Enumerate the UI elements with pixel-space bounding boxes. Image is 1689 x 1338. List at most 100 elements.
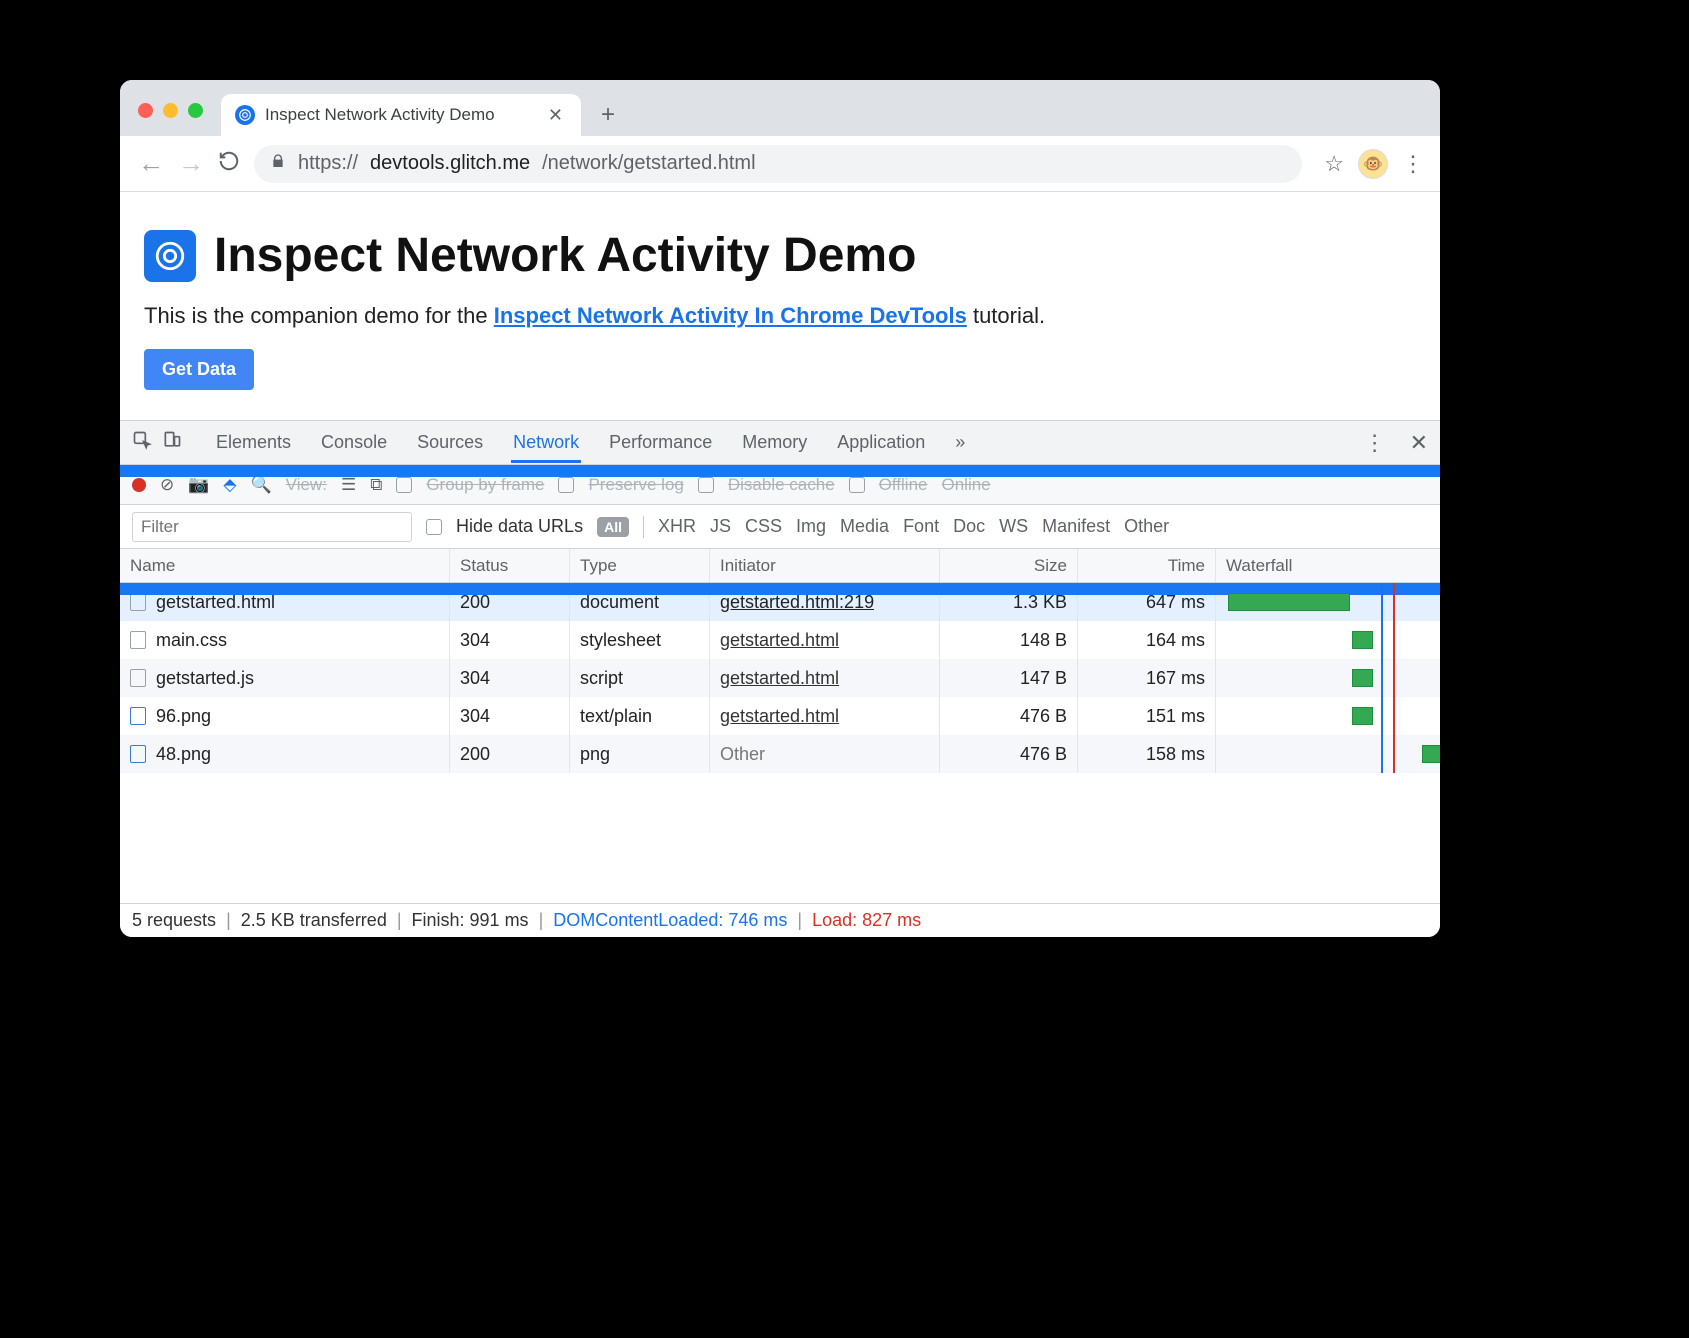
cell-waterfall	[1216, 583, 1440, 621]
filter-font[interactable]: Font	[903, 516, 939, 537]
devtools-panel: Elements Console Sources Network Perform…	[120, 420, 1440, 937]
filter-ws[interactable]: WS	[999, 516, 1028, 537]
browser-toolbar: ← → https:// devtools.glitch.me/network/g…	[120, 136, 1440, 192]
devtools-menu-icon[interactable]: ⋮	[1364, 430, 1384, 456]
network-rows: getstarted.html200documentgetstarted.htm…	[120, 583, 1440, 903]
devtools-close-icon[interactable]: ✕	[1410, 430, 1428, 456]
close-tab-icon[interactable]: ✕	[544, 103, 567, 128]
network-filter-bar: Hide data URLs All XHR JS CSS Img Media …	[120, 505, 1440, 549]
col-size[interactable]: Size	[940, 549, 1078, 582]
cell-initiator[interactable]: getstarted.html	[710, 697, 940, 735]
address-bar[interactable]: https:// devtools.glitch.me/network/getst…	[254, 145, 1302, 183]
tab-elements[interactable]: Elements	[214, 422, 293, 463]
col-waterfall[interactable]: Waterfall	[1216, 549, 1440, 582]
table-row[interactable]: getstarted.html200documentgetstarted.htm…	[120, 583, 1440, 621]
cell-size: 476 B	[940, 697, 1078, 735]
filter-js[interactable]: JS	[710, 516, 731, 537]
tab-sources[interactable]: Sources	[415, 422, 485, 463]
browser-tab[interactable]: Inspect Network Activity Demo ✕	[221, 94, 581, 136]
cell-status: 200	[450, 583, 570, 621]
table-row[interactable]: getstarted.js304scriptgetstarted.html147…	[120, 659, 1440, 697]
table-row[interactable]: main.css304stylesheetgetstarted.html148 …	[120, 621, 1440, 659]
search-icon[interactable]: 🔍	[251, 475, 272, 495]
get-data-button[interactable]: Get Data	[144, 349, 254, 390]
maximize-window-icon[interactable]	[188, 103, 203, 118]
disable-cache-checkbox[interactable]	[698, 477, 714, 493]
filter-doc[interactable]: Doc	[953, 516, 985, 537]
table-row[interactable]: 48.png200pngOther476 B158 ms	[120, 735, 1440, 773]
throttle-select[interactable]: Online	[941, 475, 990, 495]
cell-initiator[interactable]: getstarted.html	[710, 621, 940, 659]
view-label: View:	[286, 475, 327, 495]
status-finish: Finish: 991 ms	[412, 910, 529, 931]
filter-media[interactable]: Media	[840, 516, 889, 537]
col-name[interactable]: Name	[120, 549, 450, 582]
network-table-header: Name Status Type Initiator Size Time Wat…	[120, 549, 1440, 583]
cell-status: 304	[450, 621, 570, 659]
disable-cache-label: Disable cache	[728, 475, 835, 495]
camera-icon[interactable]: 📷	[188, 475, 209, 495]
device-toggle-icon[interactable]	[162, 430, 182, 455]
cell-status: 304	[450, 697, 570, 735]
filter-all[interactable]: All	[597, 517, 629, 537]
minimize-window-icon[interactable]	[163, 103, 178, 118]
forward-button[interactable]: →	[178, 148, 204, 179]
col-status[interactable]: Status	[450, 549, 570, 582]
tab-performance[interactable]: Performance	[607, 422, 714, 463]
profile-avatar[interactable]: 🐵	[1358, 149, 1388, 179]
close-window-icon[interactable]	[138, 103, 153, 118]
filter-css[interactable]: CSS	[745, 516, 782, 537]
file-icon	[130, 745, 146, 763]
url-host: devtools.glitch.me	[370, 152, 530, 175]
filter-toggle-icon[interactable]: ⬘	[223, 475, 236, 495]
cell-time: 158 ms	[1078, 735, 1216, 773]
back-button[interactable]: ←	[138, 148, 164, 179]
browser-menu-icon[interactable]: ⋮	[1402, 151, 1422, 177]
tab-network[interactable]: Network	[511, 422, 581, 463]
reload-button[interactable]	[218, 150, 240, 177]
new-tab-button[interactable]: +	[591, 98, 625, 132]
offline-checkbox[interactable]	[849, 477, 865, 493]
filter-xhr[interactable]: XHR	[658, 516, 696, 537]
cell-initiator[interactable]: getstarted.html	[710, 659, 940, 697]
filter-input[interactable]	[132, 512, 412, 542]
cell-type: script	[570, 659, 710, 697]
page-logo-icon	[144, 230, 196, 282]
filter-img[interactable]: Img	[796, 516, 826, 537]
inspect-element-icon[interactable]	[132, 430, 152, 455]
tab-more[interactable]: »	[953, 422, 967, 463]
lock-icon	[270, 152, 286, 175]
record-icon[interactable]	[132, 478, 146, 492]
preserve-log-checkbox[interactable]	[558, 477, 574, 493]
cell-type: document	[570, 583, 710, 621]
tab-application[interactable]: Application	[835, 422, 927, 463]
tutorial-link[interactable]: Inspect Network Activity In Chrome DevTo…	[494, 303, 967, 328]
col-time[interactable]: Time	[1078, 549, 1216, 582]
cell-status: 200	[450, 735, 570, 773]
preserve-log-label: Preserve log	[588, 475, 683, 495]
cell-initiator[interactable]: getstarted.html:219	[710, 583, 940, 621]
cell-size: 476 B	[940, 735, 1078, 773]
url-path: /network/getstarted.html	[542, 152, 755, 175]
cell-name: main.css	[156, 630, 227, 651]
url-scheme: https://	[298, 152, 358, 175]
col-initiator[interactable]: Initiator	[710, 549, 940, 582]
col-type[interactable]: Type	[570, 549, 710, 582]
cell-initiator[interactable]: Other	[710, 735, 940, 773]
overview-icon[interactable]: ⧉	[370, 475, 382, 495]
filter-other[interactable]: Other	[1124, 516, 1169, 537]
clear-icon[interactable]: ⊘	[160, 475, 174, 495]
group-by-frame-checkbox[interactable]	[396, 477, 412, 493]
devtools-tab-bar: Elements Console Sources Network Perform…	[120, 421, 1440, 465]
table-row[interactable]: 96.png304text/plaingetstarted.html476 B1…	[120, 697, 1440, 735]
bookmark-icon[interactable]: ☆	[1324, 151, 1344, 177]
file-icon	[130, 707, 146, 725]
hide-data-urls-label: Hide data URLs	[456, 516, 583, 537]
tab-memory[interactable]: Memory	[740, 422, 809, 463]
cell-time: 164 ms	[1078, 621, 1216, 659]
tab-console[interactable]: Console	[319, 422, 389, 463]
hide-data-urls-checkbox[interactable]	[426, 519, 442, 535]
filter-manifest[interactable]: Manifest	[1042, 516, 1110, 537]
large-rows-icon[interactable]: ☰	[341, 475, 356, 495]
cell-name: 48.png	[156, 744, 211, 765]
